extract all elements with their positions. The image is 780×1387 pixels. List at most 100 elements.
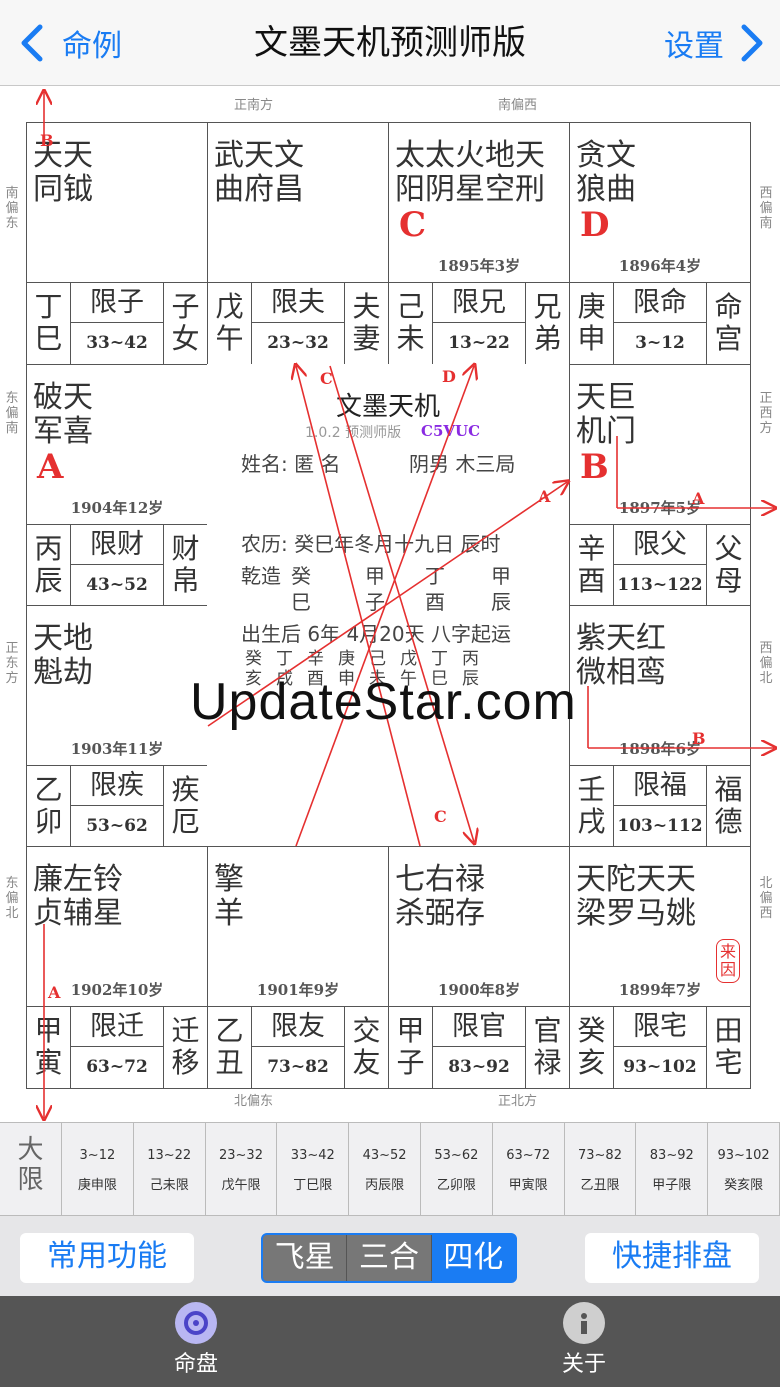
star: 擎 [214,862,246,897]
limit-name: 限财 [71,525,163,565]
palace-footer: 己未 限兄 13~22 兄弟 [389,282,569,364]
seg-feixing[interactable]: 飞星 [263,1235,348,1281]
palace-footer: 乙卯 限疾 53~62 疾厄 [27,765,207,847]
dayun-range: 63~72 [506,1148,551,1163]
palace-ganzhi: 乙丑 [208,1007,252,1088]
dayun-item[interactable]: 73~82 乙丑限 [565,1123,637,1215]
tab-about-label: 关于 [561,1352,606,1377]
dayun-range: 53~62 [434,1148,479,1163]
dayun-item[interactable]: 43~52 丙辰限 [349,1123,421,1215]
star: 星 [93,896,125,931]
dayun-range: 73~82 [577,1148,622,1163]
palace-stars: 廉左铃 贞辅星 [33,863,123,931]
dayun-item[interactable]: 63~72 甲寅限 [493,1123,565,1215]
palace[interactable]: 天巨 机门 B 1897年5岁 辛酉 限父 113~122 父母 [569,364,751,607]
back-button[interactable]: 命例 [18,18,122,68]
common-functions-button[interactable]: 常用功能 [20,1233,194,1283]
palace-limit: 限疾 53~62 [71,766,163,847]
direction-label: 正东方 [5,641,19,686]
star: 紫 [576,621,608,656]
star: 军 [33,414,65,449]
palace-ganzhi: 丁巳 [27,283,71,364]
palace-name: 官禄 [525,1007,569,1088]
star: 狼 [576,172,608,207]
seg-sihua[interactable]: 四化 [431,1235,515,1281]
palace-year: 1895年3岁 [437,257,521,275]
dayun-item[interactable]: 53~62 乙卯限 [421,1123,493,1215]
bazi-char: 子 [365,590,385,614]
palace[interactable]: 破天 军喜 A 1904年12岁 丙辰 限财 43~52 财帛 [26,364,208,607]
tab-bar: 命盘 关于 [0,1296,780,1387]
palace[interactable]: 贪文 狼曲 D 1896年4岁 庚申 限命 3~12 命宫 [569,122,751,365]
dayun-item[interactable]: 23~32 戊午限 [206,1123,278,1215]
palace[interactable]: 武天文 曲府昌 戊午 限夫 23~32 夫妻 [207,122,389,365]
palace[interactable]: 太太火地天 阳阴星空刑 C 1895年3岁 己未 限兄 13~22 兄弟 [388,122,570,365]
star: 曲 [214,172,246,207]
palace-stars: 天巨 机门 [576,381,636,449]
star: 禄 [455,862,487,897]
dayun-item[interactable]: 13~22 己未限 [134,1123,206,1215]
bazi-char: 癸 [291,564,311,588]
palace-limit: 限官 83~92 [433,1007,525,1088]
palace[interactable]: 紫天红 微相鸾 1898年6岁 壬戌 限福 103~112 福德 [569,605,751,848]
tab-chart[interactable]: 命盘 [136,1302,256,1378]
star: 左 [63,862,95,897]
sihua-letter: C [399,205,427,245]
settings-button[interactable]: 设置 [664,18,766,68]
quick-chart-button[interactable]: 快捷排盘 [585,1233,759,1283]
dayun-label: 庚申限 [77,1178,117,1193]
palace[interactable]: 擎羊 1901年9岁 乙丑 限友 73~82 交友 [207,846,389,1089]
palace-year: 1903年11岁 [70,740,164,758]
palace-ganzhi: 甲子 [389,1007,433,1088]
palace-limit: 限父 113~122 [614,525,706,606]
palace-limit: 限财 43~52 [71,525,163,606]
star: 铃 [93,862,125,897]
palace[interactable]: 七右禄 杀弼存 1900年8岁 甲子 限官 83~92 官禄 [388,846,570,1089]
star: 昌 [274,172,306,207]
limit-range: 93~102 [623,1057,697,1077]
palace[interactable]: 天陀天天 梁罗马姚 来因 1899年7岁 癸亥 限宅 93~102 田宅 [569,846,751,1089]
limit-range: 63~72 [86,1057,148,1077]
star: 羊 [214,896,246,931]
palace-name: 福德 [706,766,750,847]
settings-label: 设置 [664,29,724,64]
star: 同 [33,172,65,207]
star: 空 [485,172,517,207]
limit-name: 限友 [252,1007,344,1047]
palace-ganzhi: 癸亥 [570,1007,614,1088]
palace[interactable]: 天地 魁劫 1903年11岁 乙卯 限疾 53~62 疾厄 [26,605,208,848]
palace-name: 父母 [706,525,750,606]
palace-ganzhi: 乙卯 [27,766,71,847]
direction-label: 南偏西 [498,98,538,113]
palace-ganzhi: 庚申 [570,283,614,364]
bazi-label: 乾造 [241,564,281,588]
dayun-item[interactable]: 83~92 甲子限 [636,1123,709,1215]
dayun-item[interactable]: 33~42 丁巳限 [277,1123,350,1215]
direction-label: 北偏东 [234,1094,274,1109]
star: 曲 [606,172,638,207]
dayun-item[interactable]: 3~12 庚申限 [62,1123,134,1215]
back-label: 命例 [62,29,122,64]
dayun-item[interactable]: 93~102 癸亥限 [708,1123,780,1215]
limit-range: 43~52 [86,575,148,595]
star: 文 [606,138,638,173]
palace-name: 财帛 [163,525,207,606]
star: 天 [244,138,276,173]
palace-limit: 限福 103~112 [614,766,706,847]
palace-name: 子女 [163,283,207,364]
palace[interactable]: 廉左铃 贞辅星 1902年10岁 甲寅 限迁 63~72 迁移 [26,846,208,1089]
palace-footer: 戊午 限夫 23~32 夫妻 [208,282,388,364]
seg-sanhe[interactable]: 三合 [347,1235,432,1281]
direction-label: 西偏南 [759,186,773,231]
limit-name: 限夫 [252,283,344,323]
star: 府 [244,172,276,207]
palace-stars: 天陀天天 梁罗马姚 [576,863,696,931]
direction-label: 正西方 [759,391,773,436]
limit-name: 限疾 [71,766,163,806]
tab-about[interactable]: 关于 [524,1302,644,1378]
palace[interactable]: 天天 同钺 丁巳 限子 33~42 子女 [26,122,208,365]
limit-name: 限兄 [433,283,525,323]
stamp[interactable]: 来因 [716,939,740,983]
palace-limit: 限夫 23~32 [252,283,344,364]
star: 辅 [63,896,95,931]
